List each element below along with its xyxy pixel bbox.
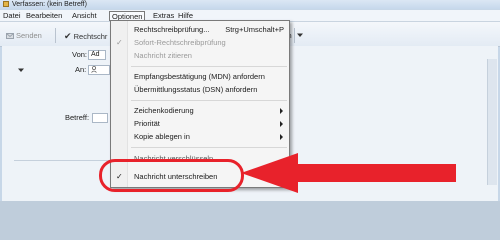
menuitem-request-mdn[interactable]: Empfangsbestätigung (MDN) anfordern: [111, 71, 289, 83]
menuitem-quote-message[interactable]: Nachricht zitieren: [111, 50, 289, 62]
toolbar-separator: [55, 28, 56, 43]
submenu-arrow-icon: [280, 134, 283, 140]
from-label: Von:: [72, 50, 88, 59]
menu-bearbeiten[interactable]: Bearbeiten: [24, 10, 64, 21]
from-field[interactable]: Ad: [88, 50, 106, 60]
compose-window: Verfassen: (kein Betreff) Datei Bearbeit…: [0, 0, 500, 201]
contact-icon: [91, 65, 97, 75]
chevron-down-icon: [297, 33, 303, 37]
annotation-arrow-icon: [241, 153, 456, 193]
menuitem-instant-spellcheck[interactable]: ✓ Sofort-Rechtschreibprüfung: [111, 37, 289, 49]
spellcheck-button[interactable]: ✔ Rechtschr: [64, 30, 107, 42]
submenu-arrow-icon: [280, 108, 283, 114]
checkmark-icon: ✓: [116, 38, 123, 47]
menu-ansicht[interactable]: Ansicht: [70, 10, 99, 21]
window-title: Verfassen: (kein Betreff): [12, 1, 87, 8]
menu-datei[interactable]: Datei: [1, 10, 23, 21]
to-field[interactable]: [88, 65, 110, 75]
checkmark-icon: ✔: [64, 31, 72, 41]
chevron-down-icon: [18, 68, 24, 72]
recipient-type-dropdown[interactable]: [18, 66, 24, 75]
spellcheck-shortcut: Strg+Umschalt+P: [225, 25, 284, 34]
spellcheck-label: Rechtschr: [73, 32, 108, 41]
subject-field[interactable]: [92, 113, 108, 123]
menu-separator: [131, 100, 287, 101]
toolbar-dropdown-arrow[interactable]: [297, 30, 303, 42]
menuitem-spellcheck[interactable]: Rechtschreibprüfung... Strg+Umschalt+P: [111, 24, 289, 36]
recipient-scrollbar[interactable]: [487, 59, 497, 185]
menuitem-copy-to[interactable]: Kopie ablegen in: [111, 131, 289, 143]
send-label: Senden: [16, 31, 42, 40]
menu-separator: [131, 66, 287, 67]
compose-app-icon: [3, 1, 9, 7]
subject-label: Betreff:: [65, 113, 90, 122]
menuitem-request-dsn[interactable]: Übermittlungsstatus (DSN) anfordern: [111, 84, 289, 96]
toolbar-separator: [294, 28, 295, 43]
menu-separator: [131, 147, 287, 148]
title-bar: Verfassen: (kein Betreff): [0, 0, 500, 9]
highlight-oval: [99, 159, 244, 192]
to-label: An:: [75, 65, 87, 74]
send-icon: [6, 32, 14, 40]
submenu-arrow-icon: [280, 121, 283, 127]
menuitem-character-encoding[interactable]: Zeichenkodierung: [111, 105, 289, 117]
menuitem-priority[interactable]: Priorität: [111, 118, 289, 130]
send-button[interactable]: Senden: [6, 30, 42, 42]
